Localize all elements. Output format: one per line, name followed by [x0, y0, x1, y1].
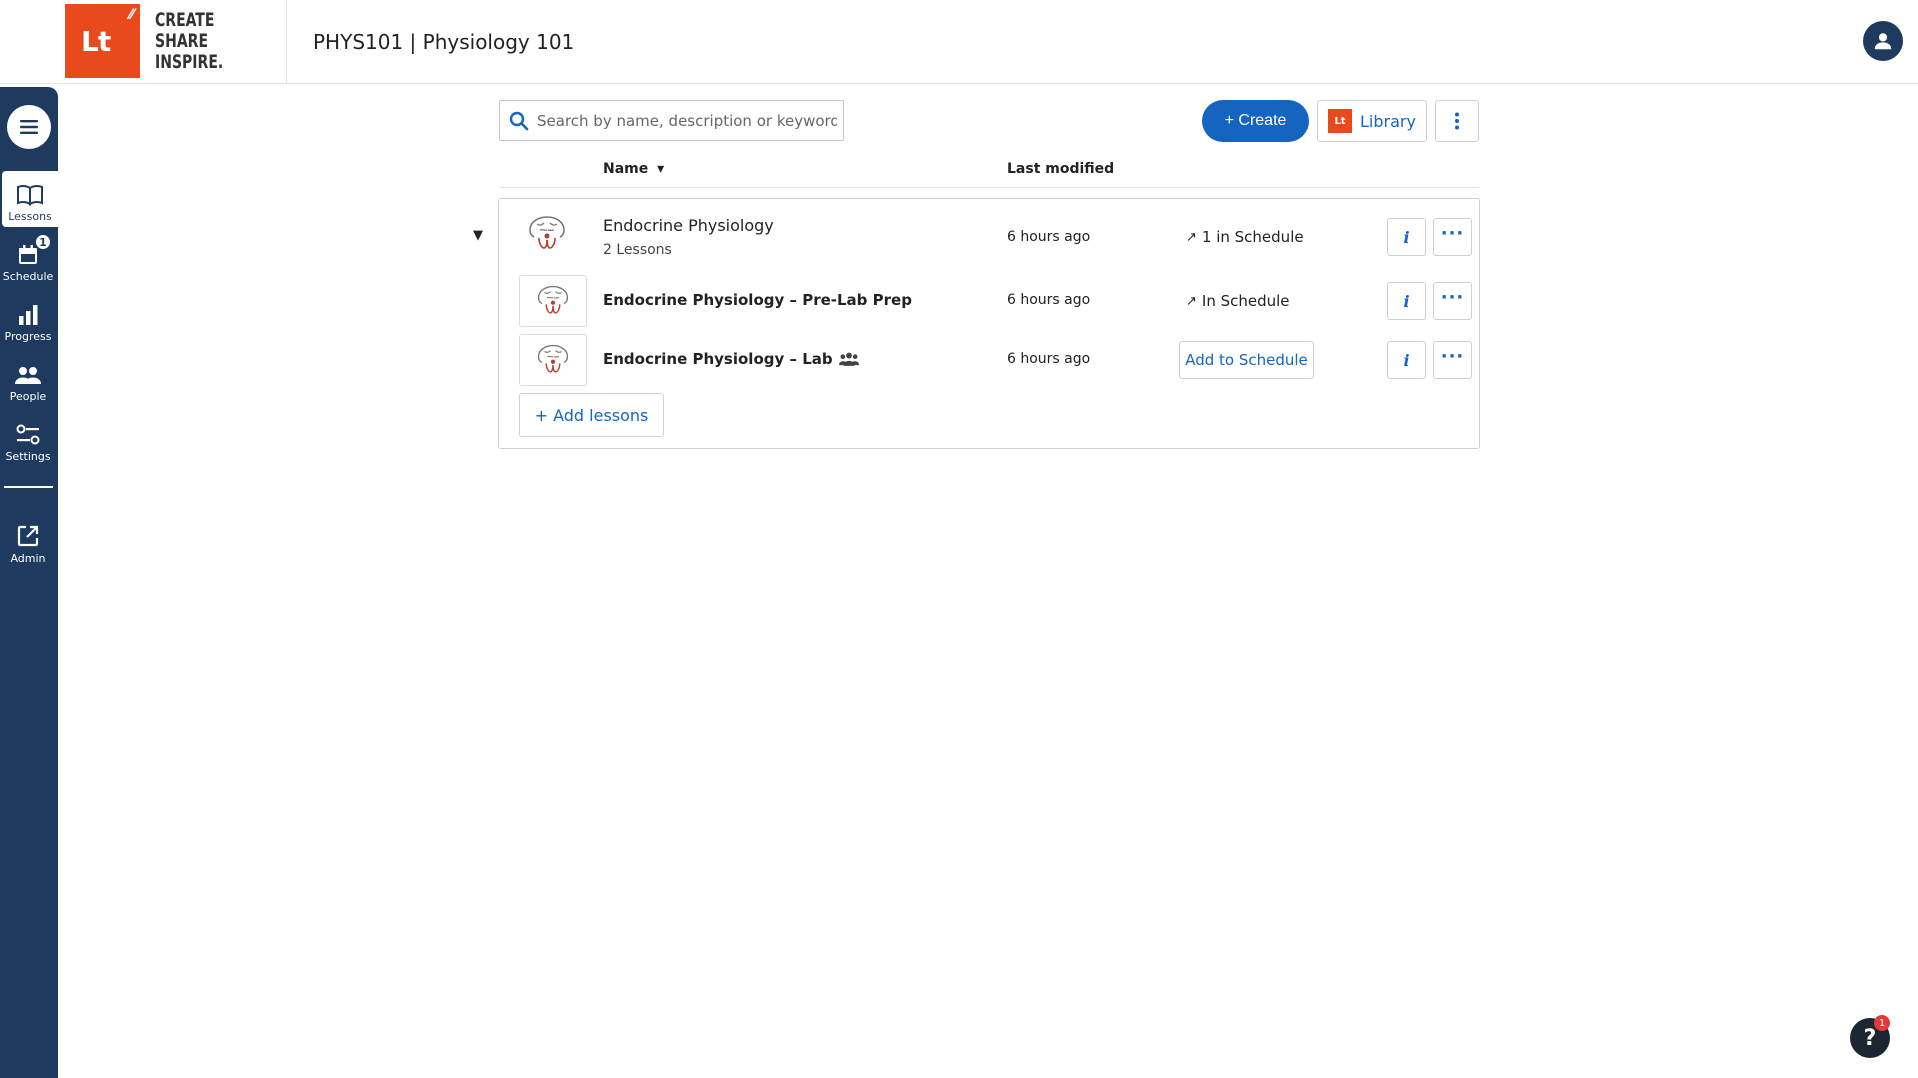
sidebar-item-label: Admin — [10, 552, 46, 565]
info-icon: i — [1403, 350, 1410, 370]
sidebar-item-label: People — [9, 390, 47, 403]
sidebar-item-label: Progress — [4, 330, 52, 343]
folder-modified: 6 hours ago — [1007, 229, 1091, 245]
more-options-button[interactable] — [1435, 100, 1479, 142]
logo-word-inspire: INSPIRE. — [155, 50, 224, 73]
lesson-thumbnail — [519, 334, 587, 386]
logo-mark: Lt ⁄⁄ — [65, 4, 140, 78]
column-header-last-modified[interactable]: Last modified — [1007, 161, 1114, 177]
folder-info-button[interactable]: i — [1387, 218, 1426, 256]
arrow-up-right-icon: ↗ — [1186, 293, 1197, 309]
lesson-more-button[interactable]: ··· — [1433, 341, 1472, 379]
people-icon — [15, 367, 41, 384]
logo-mark-text: Lt — [81, 25, 111, 58]
lesson-schedule-link[interactable]: ↗ In Schedule — [1186, 292, 1290, 310]
folder-title[interactable]: Endocrine Physiology — [603, 216, 774, 235]
folder-thumbnail — [513, 208, 581, 260]
arrow-up-right-icon: ↗ — [1186, 229, 1197, 245]
book-icon — [17, 184, 43, 206]
search-field[interactable] — [499, 100, 844, 141]
create-button[interactable]: + Create — [1202, 100, 1309, 142]
sidebar-item-label: Lessons — [8, 210, 52, 223]
header-divider-line — [499, 187, 1479, 188]
user-icon — [1874, 33, 1892, 50]
brain-organ-icon — [537, 285, 569, 314]
vertical-dots-icon — [1455, 112, 1459, 130]
info-icon: i — [1403, 291, 1410, 311]
search-icon — [509, 111, 529, 130]
brand-logo[interactable]: Lt ⁄⁄ CREATE SHARE INSPIRE. — [65, 4, 238, 78]
library-label: Library — [1360, 111, 1416, 131]
group-icon — [838, 352, 859, 366]
page-title: PHYS101 | Physiology 101 — [313, 30, 575, 54]
logo-word-share: SHARE — [155, 29, 209, 52]
lesson-info-button[interactable]: i — [1387, 282, 1426, 320]
info-icon: i — [1403, 227, 1410, 247]
lesson-title[interactable]: Endocrine Physiology – Pre-Lab Prep — [603, 291, 912, 309]
folder-schedule-link[interactable]: ↗ 1 in Schedule — [1186, 228, 1304, 246]
logo-spark-icon: ⁄⁄ — [129, 7, 134, 23]
bar-chart-icon — [19, 305, 38, 325]
folder-more-button[interactable]: ··· — [1433, 218, 1472, 256]
header-divider — [286, 0, 287, 84]
top-header: Lt ⁄⁄ CREATE SHARE INSPIRE. PHYS101 | Ph… — [0, 0, 1918, 84]
lesson-more-button[interactable]: ··· — [1433, 282, 1472, 320]
folder-lesson-count: 2 Lessons — [603, 242, 672, 258]
lesson-modified: 6 hours ago — [1007, 292, 1091, 308]
logo-tagline: CREATE SHARE INSPIRE. — [155, 8, 224, 73]
brain-organ-icon — [529, 216, 565, 249]
user-menu-button[interactable] — [1863, 21, 1903, 61]
menu-toggle-button[interactable] — [7, 105, 51, 149]
sidebar-item-progress[interactable]: Progress — [0, 291, 56, 347]
sort-down-icon: ▾ — [657, 161, 665, 177]
horizontal-dots-icon: ··· — [1440, 346, 1465, 367]
sliders-icon — [16, 424, 40, 445]
collapse-folder-icon[interactable]: ▼ — [473, 228, 483, 243]
lesson-title-row[interactable]: Endocrine Physiology – Lab — [603, 350, 859, 368]
sidebar-item-people[interactable]: People — [0, 351, 56, 407]
lesson-modified: 6 hours ago — [1007, 351, 1091, 367]
library-logo-icon: Lt — [1328, 109, 1353, 133]
add-lessons-button[interactable]: + Add lessons — [519, 393, 664, 437]
lesson-thumbnail — [519, 275, 587, 327]
sidebar-item-admin[interactable]: Admin — [0, 513, 56, 569]
lesson-info-button[interactable]: i — [1387, 341, 1426, 379]
horizontal-dots-icon: ··· — [1440, 287, 1465, 308]
sidebar-item-settings[interactable]: Settings — [0, 411, 56, 467]
help-badge: 1 — [1874, 1015, 1890, 1031]
lesson-title: Endocrine Physiology – Lab — [603, 350, 833, 368]
logo-word-create: CREATE — [155, 8, 215, 31]
hamburger-icon — [20, 120, 38, 134]
add-to-schedule-button[interactable]: Add to Schedule — [1179, 341, 1314, 379]
library-button[interactable]: Lt Library — [1317, 100, 1427, 142]
folder-schedule-label: 1 in Schedule — [1201, 228, 1304, 246]
sidebar-item-label: Settings — [5, 450, 51, 463]
search-input[interactable] — [537, 111, 837, 130]
horizontal-dots-icon: ··· — [1440, 223, 1465, 244]
sidebar-item-lessons[interactable]: Lessons — [2, 171, 58, 227]
column-header-name-label: Name — [603, 161, 649, 177]
brain-organ-icon — [537, 344, 569, 373]
column-header-name[interactable]: Name ▾ — [603, 161, 664, 177]
sidebar: Lessons 1 Schedule Progress People Setti… — [0, 87, 58, 1078]
sidebar-divider — [4, 486, 53, 488]
lesson-schedule-label: In Schedule — [1201, 292, 1290, 310]
schedule-badge: 1 — [34, 233, 52, 251]
sidebar-item-label: Schedule — [2, 270, 54, 283]
sidebar-item-schedule[interactable]: 1 Schedule — [0, 231, 56, 287]
external-link-icon — [17, 525, 39, 547]
